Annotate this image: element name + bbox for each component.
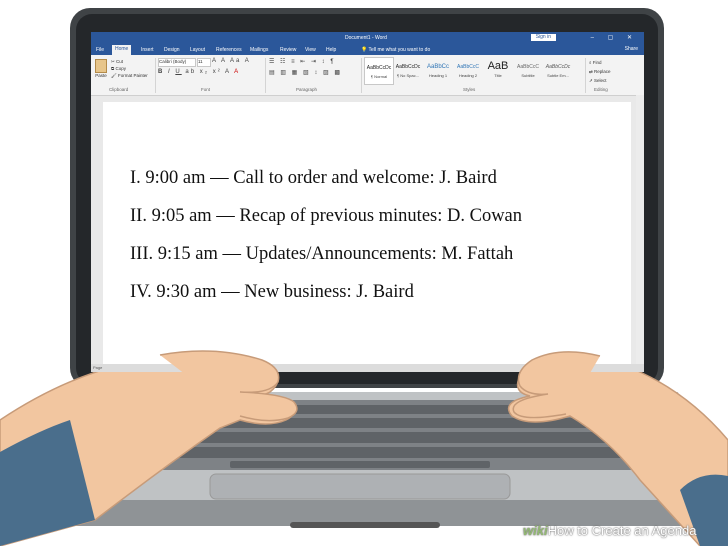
tab-home[interactable]: Home	[112, 45, 132, 55]
copy-label: Copy	[115, 66, 126, 71]
agenda-item-2: II. 9:05 am — Recap of previous minutes:…	[130, 206, 523, 226]
style-name: ¶ No Spac...	[397, 73, 419, 78]
share-button[interactable]: Share	[625, 46, 638, 52]
agenda-item-4: IV. 9:30 am — New business: J. Baird	[130, 282, 414, 302]
scissors-icon: ✂	[111, 59, 115, 64]
style-sample: AaBbCc	[426, 64, 449, 70]
agenda-item-3: III. 9:15 am — Updates/Announcements: M.…	[130, 244, 514, 264]
replace-icon: ⇄	[589, 69, 593, 74]
divider	[361, 58, 362, 93]
style-subtle-emphasis[interactable]: AaBbCcDc Subtle Em...	[544, 57, 572, 83]
tab-references[interactable]: References	[216, 47, 242, 53]
replace-button[interactable]: ⇄ Replace	[589, 67, 611, 76]
paste-label: Paste	[95, 73, 107, 78]
clipboard-icon	[95, 59, 107, 73]
ribbon-home: Paste ✂ Cut ⧉ Copy 🖌 Format Painter Clip…	[91, 55, 644, 96]
style-normal[interactable]: AaBbCcDc ¶ Normal	[364, 57, 394, 85]
style-name: Title	[494, 73, 502, 78]
tab-file[interactable]: File	[96, 47, 104, 53]
style-sample: AaBbCcC	[457, 64, 479, 70]
styles-group-label: Styles	[463, 87, 476, 92]
cut-label: Cut	[116, 59, 124, 64]
search-icon: ⌕	[589, 60, 592, 65]
copy-button[interactable]: ⧉ Copy	[111, 65, 148, 72]
title-bar: Document1 - Word Sign in – ▢ ✕	[91, 32, 644, 44]
touchpad	[209, 473, 511, 500]
style-name: Heading 1	[428, 73, 448, 78]
tell-me-search[interactable]: 💡 Tell me what you want to do	[361, 47, 430, 53]
font-name-select[interactable]: Calibri (Body)	[158, 58, 196, 67]
font-size-buttons[interactable]: A A Aa A	[212, 58, 251, 64]
select-label: Select	[594, 78, 607, 83]
style-sample: AaB	[487, 60, 509, 72]
tab-layout[interactable]: Layout	[190, 47, 205, 53]
style-sample: AaBbCcC	[517, 64, 539, 70]
copy-icon: ⧉	[111, 66, 115, 71]
ribbon-tabs: File Home Insert Design Layout Reference…	[91, 44, 644, 55]
list-buttons[interactable]: ☰ ☷ ≡ ⇤ ⇥ ↕ ¶	[269, 58, 336, 65]
style-name: Subtle Em...	[547, 73, 569, 78]
word-window: Document1 - Word Sign in – ▢ ✕ File Home…	[91, 32, 644, 372]
style-heading-1[interactable]: AaBbCc Heading 1	[424, 57, 452, 83]
window-controls[interactable]: – ▢ ✕	[591, 34, 638, 41]
divider	[265, 58, 266, 93]
style-sample: AaBbCcDc	[366, 65, 392, 71]
cursor-icon: ➚	[589, 78, 593, 83]
tab-view[interactable]: View	[305, 47, 316, 53]
font-format-buttons[interactable]: B I U ab x₂ x² A A	[158, 69, 240, 75]
divider	[585, 58, 586, 93]
paragraph-group-label: Paragraph	[296, 87, 318, 92]
tab-review[interactable]: Review	[280, 47, 296, 53]
page-indicator: Page	[93, 365, 103, 370]
style-name: ¶ Normal	[370, 74, 388, 79]
font-size-value: 11	[198, 59, 203, 64]
paste-button[interactable]: Paste	[94, 59, 108, 78]
clipboard-group-label: Clipboard	[109, 87, 129, 92]
format-painter-button[interactable]: 🖌 Format Painter	[111, 72, 148, 79]
style-no-spacing[interactable]: AaBbCcDc ¶ No Spac...	[394, 57, 422, 83]
styles-gallery: AaBbCcDc ¶ Normal AaBbCcDc ¶ No Spac... Aa…	[364, 55, 584, 87]
font-size-select[interactable]: 11	[197, 58, 211, 67]
font-group-label: Font	[201, 87, 211, 92]
find-button[interactable]: ⌕ Find	[589, 58, 611, 67]
tab-mailings[interactable]: Mailings	[250, 47, 268, 53]
cut-button[interactable]: ✂ Cut	[111, 58, 148, 65]
style-name: Subtitle	[521, 73, 535, 78]
agenda-item-1: I. 9:00 am — Call to order and welcome: …	[130, 168, 497, 188]
status-bar: Page	[91, 364, 644, 372]
style-heading-2[interactable]: AaBbCcC Heading 2	[454, 57, 482, 83]
tell-me-text: Tell me what you want to do	[368, 47, 431, 53]
format-painter-label: Format Painter	[117, 73, 148, 78]
style-name: Heading 2	[458, 73, 478, 78]
document-page[interactable]: I. 9:00 am — Call to order and welcome: …	[103, 102, 631, 364]
vertical-scrollbar[interactable]	[636, 95, 644, 372]
style-subtitle[interactable]: AaBbCcC Subtitle	[514, 57, 542, 83]
lightbulb-icon: 💡	[361, 47, 368, 53]
brush-icon: 🖌	[111, 73, 117, 78]
style-sample: AaBbCcDc	[545, 64, 571, 70]
font-name-value: Calibri (Body)	[159, 59, 187, 64]
divider	[155, 58, 156, 93]
sign-in-button[interactable]: Sign in	[530, 34, 556, 41]
tab-insert[interactable]: Insert	[141, 47, 154, 53]
style-title[interactable]: AaB Title	[484, 57, 512, 83]
tab-help[interactable]: Help	[326, 47, 336, 53]
tab-design[interactable]: Design	[164, 47, 180, 53]
editing-group-label: Editing	[594, 87, 608, 92]
find-label: Find	[592, 60, 602, 65]
alignment-buttons[interactable]: ▤ ▥ ▦ ▧ ↕ ▨ ▩	[269, 69, 342, 76]
window-title: Document1 - Word	[345, 35, 387, 41]
style-sample: AaBbCcDc	[395, 64, 421, 70]
replace-label: Replace	[594, 69, 611, 74]
select-button[interactable]: ➚ Select	[589, 76, 611, 85]
